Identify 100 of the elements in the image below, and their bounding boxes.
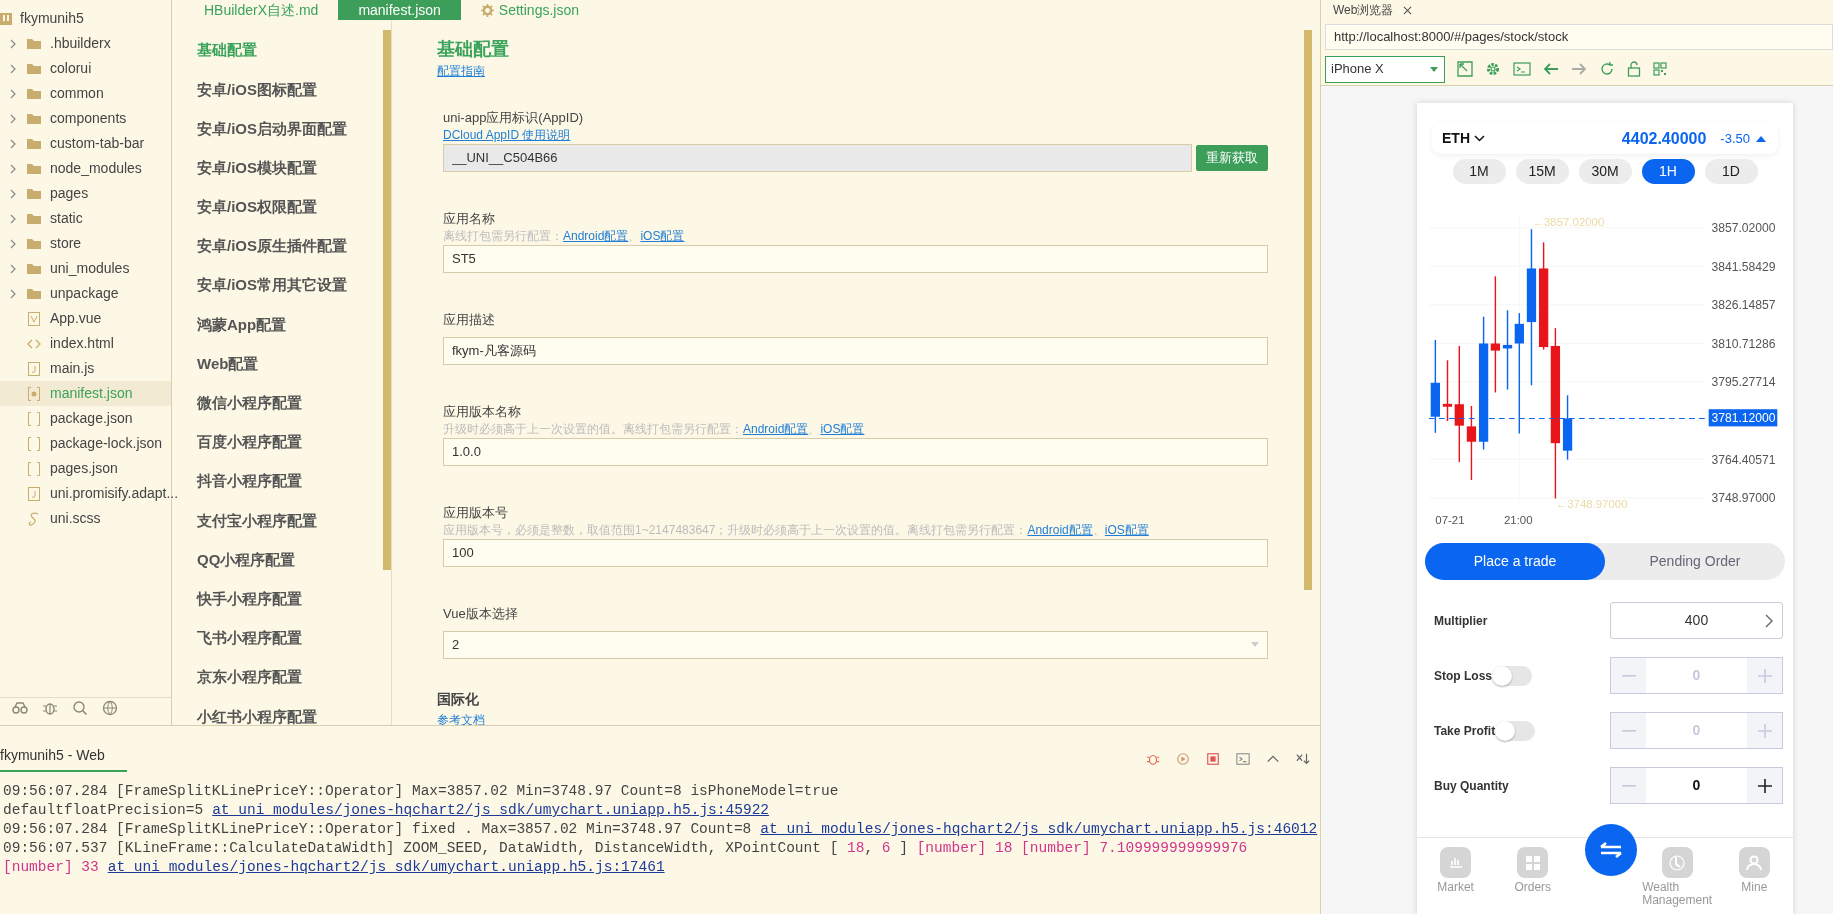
settings-nav-item[interactable]: 快手小程序配置 — [197, 579, 302, 619]
folder-name[interactable]: store — [50, 233, 82, 254]
file-name[interactable]: pages.json — [50, 458, 118, 479]
text-field[interactable]: __UNI__C504B66 — [443, 143, 1192, 172]
settings-nav-item[interactable]: 京东小程序配置 — [197, 658, 302, 698]
chevron-right-icon[interactable] — [9, 263, 17, 274]
folder-name[interactable]: colorui — [50, 58, 92, 79]
refresh-icon[interactable] — [1599, 61, 1615, 77]
chevron-right-icon[interactable] — [9, 38, 17, 49]
back-icon[interactable] — [1543, 62, 1559, 76]
bug-icon[interactable] — [1146, 752, 1160, 766]
chevron-right-icon[interactable] — [9, 213, 17, 224]
axis-label: 3795.27714 — [1711, 375, 1776, 390]
chevron-right-icon[interactable] — [9, 138, 17, 149]
terminal-icon[interactable] — [1513, 61, 1531, 77]
chevron-right-icon[interactable] — [9, 188, 17, 199]
docs-link[interactable]: 参考文档 — [437, 712, 485, 725]
trade-tab[interactable]: Place a trade — [1425, 543, 1605, 580]
scrollbar-thumb[interactable] — [383, 30, 391, 570]
chevron-right-icon[interactable] — [9, 88, 17, 99]
folder-name[interactable]: .hbuilderx — [50, 33, 111, 54]
help-link[interactable]: Android配置 — [563, 228, 629, 243]
search-icon[interactable] — [72, 699, 88, 716]
help-link[interactable]: Android配置 — [743, 421, 809, 436]
settings-nav-item[interactable]: 飞书小程序配置 — [197, 618, 302, 658]
text-field[interactable]: 1.0.0 — [443, 437, 1268, 466]
multiplier-selector[interactable]: 400 — [1610, 602, 1783, 639]
replay-icon[interactable] — [1176, 752, 1190, 766]
file-name[interactable]: uni.scss — [50, 508, 101, 529]
help-link[interactable]: DCloud AppID 使用说明 — [443, 127, 571, 142]
folder-name[interactable]: unpackage — [50, 283, 119, 304]
close-icon[interactable] — [1403, 5, 1413, 15]
help-link[interactable]: iOS配置 — [640, 228, 685, 243]
text-field[interactable]: fkym-凡客源码 — [443, 336, 1268, 365]
settings-nav-item[interactable]: 安卓/iOS模块配置 — [197, 148, 317, 188]
help-link[interactable]: iOS配置 — [820, 421, 865, 436]
chevron-right-icon[interactable] — [9, 163, 17, 174]
folder-name[interactable]: common — [50, 83, 104, 104]
file-name[interactable]: App.vue — [50, 308, 102, 329]
address-bar[interactable]: http://localhost:8000/#/pages/stock/stock — [1325, 23, 1833, 50]
dropdown-field[interactable]: 2 — [443, 630, 1268, 659]
lock-icon[interactable] — [1627, 61, 1641, 77]
help-link[interactable]: iOS配置 — [1104, 522, 1149, 537]
toggle-switch[interactable] — [1492, 665, 1532, 686]
chevron-right-icon[interactable] — [9, 63, 17, 74]
trade-tab[interactable]: Pending Order — [1605, 543, 1785, 580]
chevron-right-icon[interactable] — [9, 113, 17, 124]
source-link[interactable]: at_uni_modules/jones-hqchart2/js_sdk/umychart.uniapp.h5.js:17461 — [107, 859, 665, 875]
folder-name[interactable]: static — [50, 208, 83, 229]
settings-nav-item[interactable]: 支付宝小程序配置 — [197, 501, 317, 541]
collapse-icon[interactable] — [1296, 752, 1310, 766]
settings-nav-item[interactable]: 安卓/iOS原生插件配置 — [197, 226, 347, 267]
file-name[interactable]: index.html — [50, 333, 114, 354]
folder-name[interactable]: custom-tab-bar — [50, 133, 145, 154]
settings-nav-item[interactable]: 微信小程序配置 — [197, 383, 302, 423]
period-tab[interactable]: 1M — [1452, 159, 1506, 184]
text-field[interactable]: ST5 — [443, 244, 1268, 273]
console-tab[interactable]: fkymunih5 - Web — [0, 745, 127, 772]
swap-button[interactable] — [1585, 824, 1637, 876]
folder-name[interactable]: uni_modules — [50, 258, 130, 279]
period-tab[interactable]: 1D — [1704, 159, 1758, 184]
symbol-selector[interactable]: ETH — [1442, 128, 1485, 149]
project-name[interactable]: fkymunih5 — [20, 8, 84, 29]
settings-nav-item[interactable]: 百度小程序配置 — [197, 422, 302, 463]
toggle-switch[interactable] — [1495, 720, 1536, 741]
period-tab[interactable]: 15M — [1515, 159, 1569, 184]
settings-nav-item[interactable]: Web配置 — [197, 344, 259, 384]
scrollbar-thumb[interactable] — [1304, 30, 1312, 590]
settings-nav-item[interactable]: 鸿蒙App配置 — [197, 305, 287, 345]
qr-code-icon[interactable] — [1653, 62, 1667, 76]
settings-nav-item[interactable]: 安卓/iOS启动界面配置 — [197, 109, 347, 149]
file-name[interactable]: main.js — [50, 358, 95, 379]
folder-name[interactable]: node_modules — [50, 158, 142, 179]
file-name[interactable]: package.json — [50, 408, 133, 429]
settings-nav-item[interactable]: 安卓/iOS图标配置 — [197, 70, 317, 110]
device-dropdown[interactable]: iPhone X — [1325, 55, 1445, 83]
file-name[interactable]: uni.promisify.adapt... — [50, 483, 179, 504]
chevron-right-icon[interactable] — [9, 238, 17, 249]
globe-icon[interactable] — [102, 699, 118, 716]
settings-nav-item[interactable]: 抖音小程序配置 — [197, 462, 302, 502]
guide-link[interactable]: 配置指南 — [437, 64, 485, 78]
folder-name[interactable]: pages — [50, 183, 89, 204]
terminal-icon[interactable] — [1236, 752, 1250, 766]
stop-icon[interactable] — [1206, 752, 1220, 766]
help-link[interactable]: Android配置 — [1027, 522, 1093, 537]
source-link[interactable]: at_uni_modules/jones-hqchart2/js_sdk/umychart.uniapp.h5.js:45922 — [212, 802, 770, 818]
binoculars-icon[interactable] — [12, 699, 28, 716]
period-tab[interactable]: 30M — [1578, 159, 1632, 184]
folder-name[interactable]: components — [50, 108, 127, 129]
period-tab[interactable]: 1H — [1641, 159, 1695, 184]
settings-nav-item[interactable]: 安卓/iOS权限配置 — [197, 187, 317, 227]
settings-nav-item[interactable]: 小红书小程序配置 — [197, 697, 317, 737]
chevron-right-icon[interactable] — [9, 288, 17, 299]
resize-icon[interactable] — [1457, 61, 1473, 77]
file-name[interactable]: package-lock.json — [50, 433, 163, 454]
settings-icon[interactable] — [1485, 61, 1501, 77]
source-link[interactable]: at_uni_modules/jones-hqchart2/js_sdk/umychart.uniapp.h5.js:46012 — [760, 821, 1318, 837]
text-field[interactable]: 100 — [443, 538, 1268, 567]
settings-nav-item[interactable]: 安卓/iOS常用其它设置 — [197, 266, 347, 306]
settings-nav-item[interactable]: QQ小程序配置 — [197, 540, 296, 580]
